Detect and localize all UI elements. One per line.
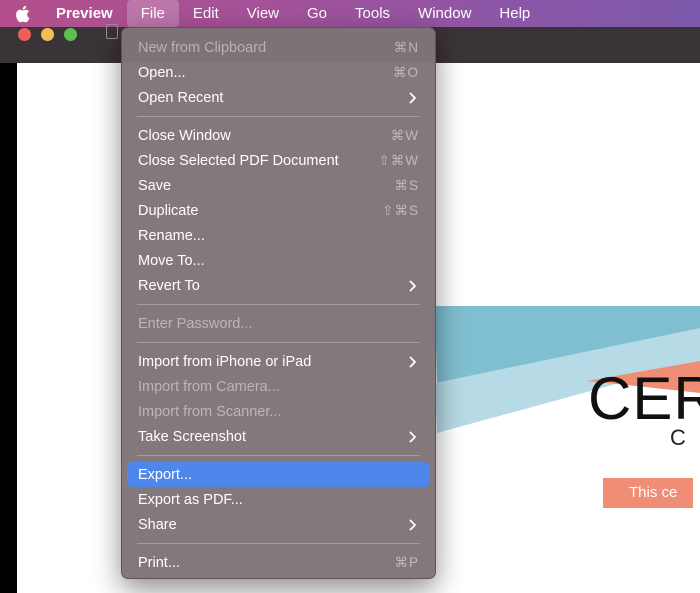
menu-separator [137,543,420,544]
menu-item-label: Open... [138,64,186,81]
menu-item-export[interactable]: Export... [127,462,430,487]
menu-item-share[interactable]: Share [127,512,430,537]
chevron-right-icon [409,355,419,369]
menu-item-label: Export as PDF... [138,491,243,508]
menu-item-export-as-pdf[interactable]: Export as PDF... [127,487,430,512]
menu-item-new-from-clipboard: New from Clipboard ⌘N [127,35,430,60]
menu-item-shortcut: ⌘N [393,39,419,55]
menu-item-label: Revert To [138,277,200,294]
menu-item-enter-password: Enter Password... [127,311,430,336]
file-menu-dropdown: New from Clipboard ⌘N Open... ⌘O Open Recent… [121,27,436,579]
menu-item-label: New from Clipboard [138,39,267,56]
menu-separator [137,455,420,456]
menu-view[interactable]: View [233,0,293,27]
menu-item-move-to[interactable]: Move To... [127,248,430,273]
chevron-right-icon [409,91,419,105]
menu-separator [137,116,420,117]
menu-item-label: Export... [138,466,192,483]
menu-go[interactable]: Go [293,0,341,27]
menu-item-label: Close Window [138,127,231,144]
menu-item-open-recent[interactable]: Open Recent [127,85,430,110]
menu-item-import-from-iphone-or-ipad[interactable]: Import from iPhone or iPad [127,349,430,374]
zoom-window-button[interactable] [64,28,77,41]
menu-item-duplicate[interactable]: Duplicate ⇧⌘S [127,198,430,223]
document-margin [0,63,17,593]
menu-item-rename[interactable]: Rename... [127,223,430,248]
menu-item-shortcut: ⇧⌘S [382,202,419,218]
minimize-window-button[interactable] [41,28,54,41]
menu-item-label: Open Recent [138,89,224,106]
menu-item-shortcut: ⌘P [394,554,419,570]
menu-item-label: Print... [138,554,180,571]
certificate-subtitle: C [670,425,686,450]
menu-item-print[interactable]: Print... ⌘P [127,550,430,575]
menu-item-label: Import from iPhone or iPad [138,353,312,370]
menu-item-revert-to[interactable]: Revert To [127,273,430,298]
menu-item-label: Take Screenshot [138,428,247,445]
menu-item-take-screenshot[interactable]: Take Screenshot [127,424,430,449]
menu-item-label: Save [138,177,172,194]
apple-logo-icon[interactable] [0,0,44,27]
menu-item-label: Duplicate [138,202,199,219]
menu-item-label: Import from Camera... [138,378,280,395]
menu-item-label: Rename... [138,227,205,244]
certificate-banner: This ce [603,478,693,508]
menu-item-save[interactable]: Save ⌘S [127,173,430,198]
chevron-right-icon [409,518,419,532]
menu-help[interactable]: Help [485,0,544,27]
close-window-button[interactable] [18,28,31,41]
menu-item-import-from-camera: Import from Camera... [127,374,430,399]
menu-item-close-selected-pdf-document[interactable]: Close Selected PDF Document ⇧⌘W [127,148,430,173]
certificate-title: CER [588,365,700,432]
menu-item-import-from-scanner: Import from Scanner... [127,399,430,424]
menu-item-shortcut: ⇧⌘W [378,152,419,168]
menu-edit[interactable]: Edit [179,0,233,27]
menu-tools[interactable]: Tools [341,0,404,27]
menu-item-shortcut: ⌘O [392,64,419,80]
menu-item-label: Close Selected PDF Document [138,152,339,169]
menu-item-label: Move To... [138,252,205,269]
menu-item-close-window[interactable]: Close Window ⌘W [127,123,430,148]
menu-item-label: Import from Scanner... [138,403,282,420]
chevron-right-icon [409,279,419,293]
menu-bar: Preview File Edit View Go Tools Window H… [0,0,700,27]
menu-item-shortcut: ⌘W [390,127,419,143]
sidebar-toggle-icon[interactable] [106,24,118,39]
menu-item-shortcut: ⌘S [394,177,419,193]
menu-item-label: Share [138,516,177,533]
menu-file[interactable]: File [126,0,179,27]
menu-item-open[interactable]: Open... ⌘O [127,60,430,85]
chevron-right-icon [409,430,419,444]
menu-item-label: Enter Password... [138,315,253,332]
menu-separator [137,342,420,343]
menu-separator [137,304,420,305]
menu-window[interactable]: Window [404,0,485,27]
menu-app-name[interactable]: Preview [44,0,127,27]
